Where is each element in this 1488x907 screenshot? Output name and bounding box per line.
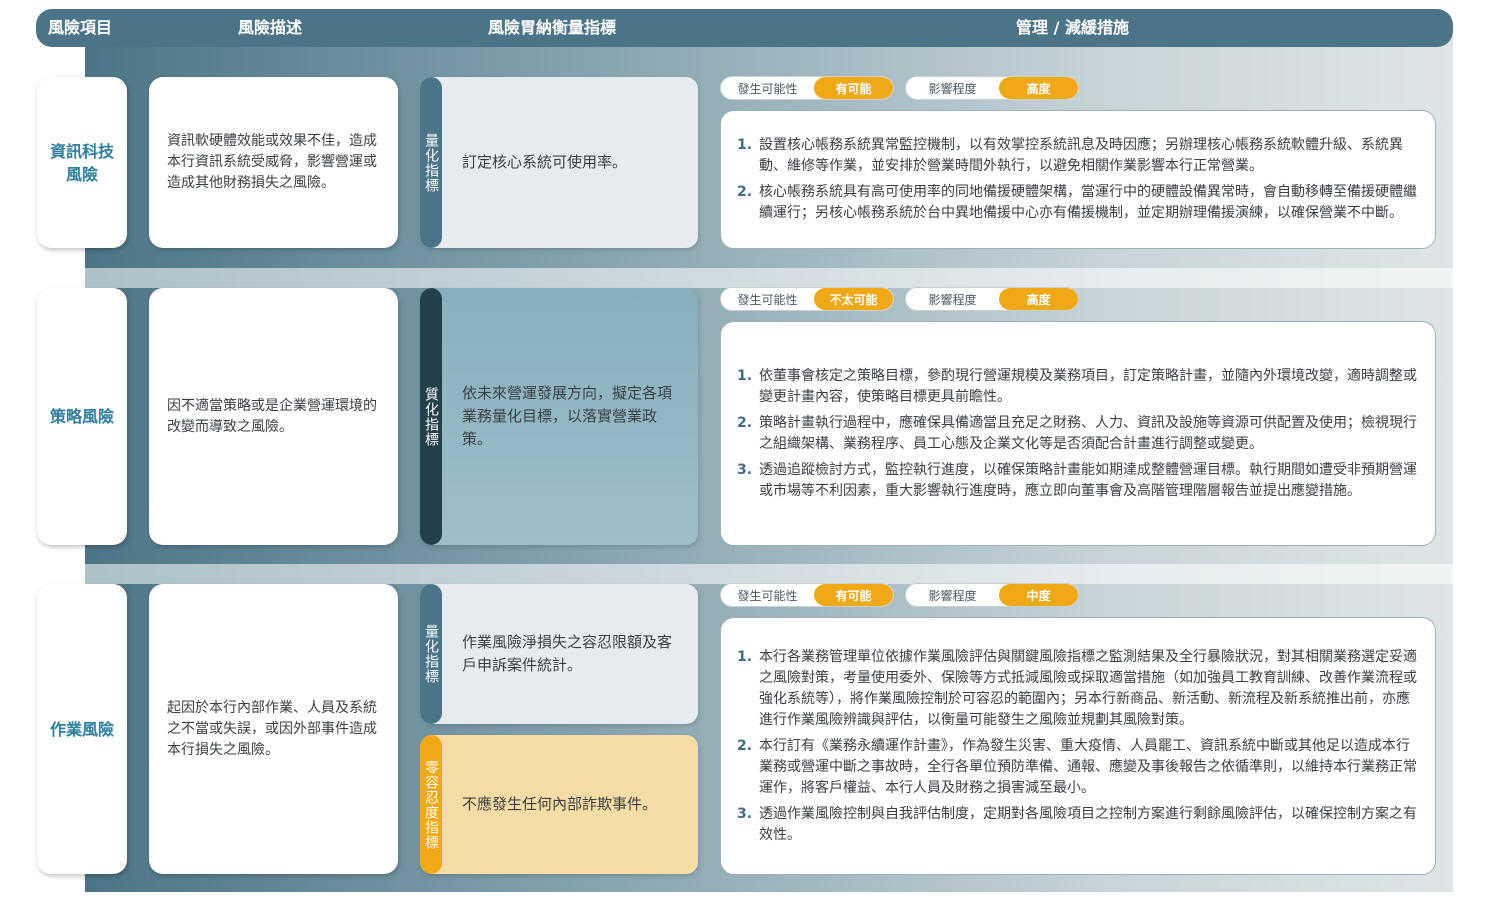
risk-category-it: 資訊科技 風險 [37,77,127,248]
item-text: 策略計畫執行過程中，應確保具備適當且充足之財務、人力、資訊及設施等資源可供配置及… [759,414,1417,452]
impact-pill: 影響程度 中度 [905,583,1079,607]
indicator-card-zero-tolerance: 零容忍度指標 不應發生任何內部詐欺事件。 [420,735,698,874]
indicator-text: 不應發生任何內部詐欺事件。 [462,795,658,813]
risk-description-text: 因不適當策略或是企業營運環境的改變而導致之風險。 [167,397,377,435]
list-item: 3. 透過追蹤檢討方式，監控執行進度，以確保策略計畫能如期達成整體營運目標。執行期… [737,460,1421,502]
impact-label: 影響程度 [928,292,977,307]
mitigation-box: 1. 依董事會核定之策略目標，參酌現行營運規模及業務項目，訂定策略計畫，並隨內外環… [720,321,1436,546]
list-item: 2. 本行訂有《業務永續運作計畫》，作為發生災害、重大疫情、人員罷工、資訊系統中斷… [737,736,1421,799]
impact-value: 中度 [999,584,1078,606]
risk-description-text: 資訊軟硬體效能或效果不佳，造成本行資訊系統受威脅，影響營運或造成其他財務損失之風… [167,133,377,191]
indicator-card-quantitative: 量化指標 訂定核心系統可使用率。 [420,77,698,248]
item-number: 1. [737,648,753,665]
risk-category-strategy: 策略風險 [37,288,127,545]
item-number: 2. [737,184,753,200]
row-separator [85,268,1453,288]
row-separator [85,564,1453,584]
indicator-text: 作業風險淨損失之容忍限額及客戶申訴案件統計。 [462,633,673,674]
indicator-tag: 質化指標 [420,288,442,545]
item-text: 設置核心帳務系統異常監控機制，以有效掌控系統訊息及時因應；另辦理核心帳務系統軟體… [759,137,1403,174]
indicator-card-qualitative: 質化指標 依未來營運發展方向，擬定各項業務量化目標，以落實營業政策。 [420,288,698,545]
item-number: 2. [737,414,753,431]
table-header: 風險項目 風險描述 風險胃納衡量指標 管理 / 減緩措施 [36,9,1453,47]
likelihood-value: 有可能 [814,77,893,99]
item-number: 2. [737,737,753,754]
likelihood-label: 發生可能性 [737,292,798,307]
impact-pill: 影響程度 高度 [905,76,1079,100]
likelihood-pill: 發生可能性 不太可能 [720,287,894,311]
indicator-card-quantitative: 量化指標 作業風險淨損失之容忍限額及客戶申訴案件統計。 [420,584,698,724]
impact-value: 高度 [999,288,1078,310]
risk-category-operational: 作業風險 [37,584,127,874]
risk-description: 資訊軟硬體效能或效果不佳，造成本行資訊系統受威脅，影響營運或造成其他財務損失之風… [149,77,398,248]
item-number: 1. [737,367,753,384]
impact-label: 影響程度 [928,588,977,603]
list-item: 3. 透過作業風險控制與自我評估制度，定期對各風險項目之控制方案進行剩餘風險評估，… [737,804,1421,846]
item-text: 依董事會核定之策略目標，參酌現行營運規模及業務項目，訂定策略計畫，並隨內外環境改… [759,367,1417,405]
item-text: 本行訂有《業務永續運作計畫》，作為發生災害、重大疫情、人員罷工、資訊系統中斷或其… [759,737,1417,796]
list-item: 2. 策略計畫執行過程中，應確保具備適當且充足之財務、人力、資訊及設施等資源可供配… [737,413,1421,455]
likelihood-value: 不太可能 [814,288,893,310]
header-mitigation: 管理 / 減緩措施 [1016,18,1129,37]
header-risk-description: 風險描述 [238,18,303,37]
item-text: 透過追蹤檢討方式，監控執行進度，以確保策略計畫能如期達成整體營運目標。執行期間如… [759,461,1417,499]
likelihood-pill: 發生可能性 有可能 [720,583,894,607]
likelihood-label: 發生可能性 [737,588,798,603]
indicator-text: 依未來營運發展方向，擬定各項業務量化目標，以落實營業政策。 [462,384,673,448]
indicator-tag: 量化指標 [420,584,442,724]
mitigation-box: 1. 設置核心帳務系統異常監控機制，以有效掌控系統訊息及時因應；另辦理核心帳務系統… [720,110,1436,249]
indicator-tag: 量化指標 [420,77,442,248]
likelihood-label: 發生可能性 [737,81,798,96]
likelihood-value: 有可能 [814,584,893,606]
item-text: 本行各業務管理單位依據作業風險評估與關鍵風險指標之監測結果及全行暴險狀況，對其相… [759,648,1417,728]
list-item: 1. 設置核心帳務系統異常監控機制，以有效掌控系統訊息及時因應；另辦理核心帳務系統… [737,135,1421,177]
item-number: 1. [737,137,753,153]
mitigation-box: 1. 本行各業務管理單位依據作業風險評估與關鍵風險指標之監測結果及全行暴險狀況，對… [720,617,1436,875]
risk-description-text: 起因於本行內部作業、人員及系統之不當或失誤，或因外部事件造成本行損失之風險。 [167,699,377,758]
header-appetite-indicator: 風險胃納衡量指標 [488,18,617,37]
risk-description: 起因於本行內部作業、人員及系統之不當或失誤，或因外部事件造成本行損失之風險。 [149,584,398,874]
impact-value: 高度 [999,77,1078,99]
header-risk-item: 風險項目 [48,18,113,37]
likelihood-pill: 發生可能性 有可能 [720,76,894,100]
item-text: 透過作業風險控制與自我評估制度，定期對各風險項目之控制方案進行剩餘風險評估，以確… [759,805,1417,843]
item-number: 3. [737,461,753,478]
list-item: 1. 依董事會核定之策略目標，參酌現行營運規模及業務項目，訂定策略計畫，並隨內外環… [737,366,1421,408]
risk-description: 因不適當策略或是企業營運環境的改變而導致之風險。 [149,288,398,545]
list-item: 1. 本行各業務管理單位依據作業風險評估與關鍵風險指標之監測結果及全行暴險狀況，對… [737,647,1421,731]
list-item: 2. 核心帳務系統具有高可使用率的同地備援硬體架構，當運行中的硬體設備異常時，會自… [737,182,1421,224]
indicator-tag: 零容忍度指標 [420,735,442,874]
indicator-text: 訂定核心系統可使用率。 [462,153,628,171]
item-text: 核心帳務系統具有高可使用率的同地備援硬體架構，當運行中的硬體設備異常時，會自動移… [759,184,1417,221]
item-number: 3. [737,805,753,822]
impact-label: 影響程度 [928,81,977,96]
impact-pill: 影響程度 高度 [905,287,1079,311]
